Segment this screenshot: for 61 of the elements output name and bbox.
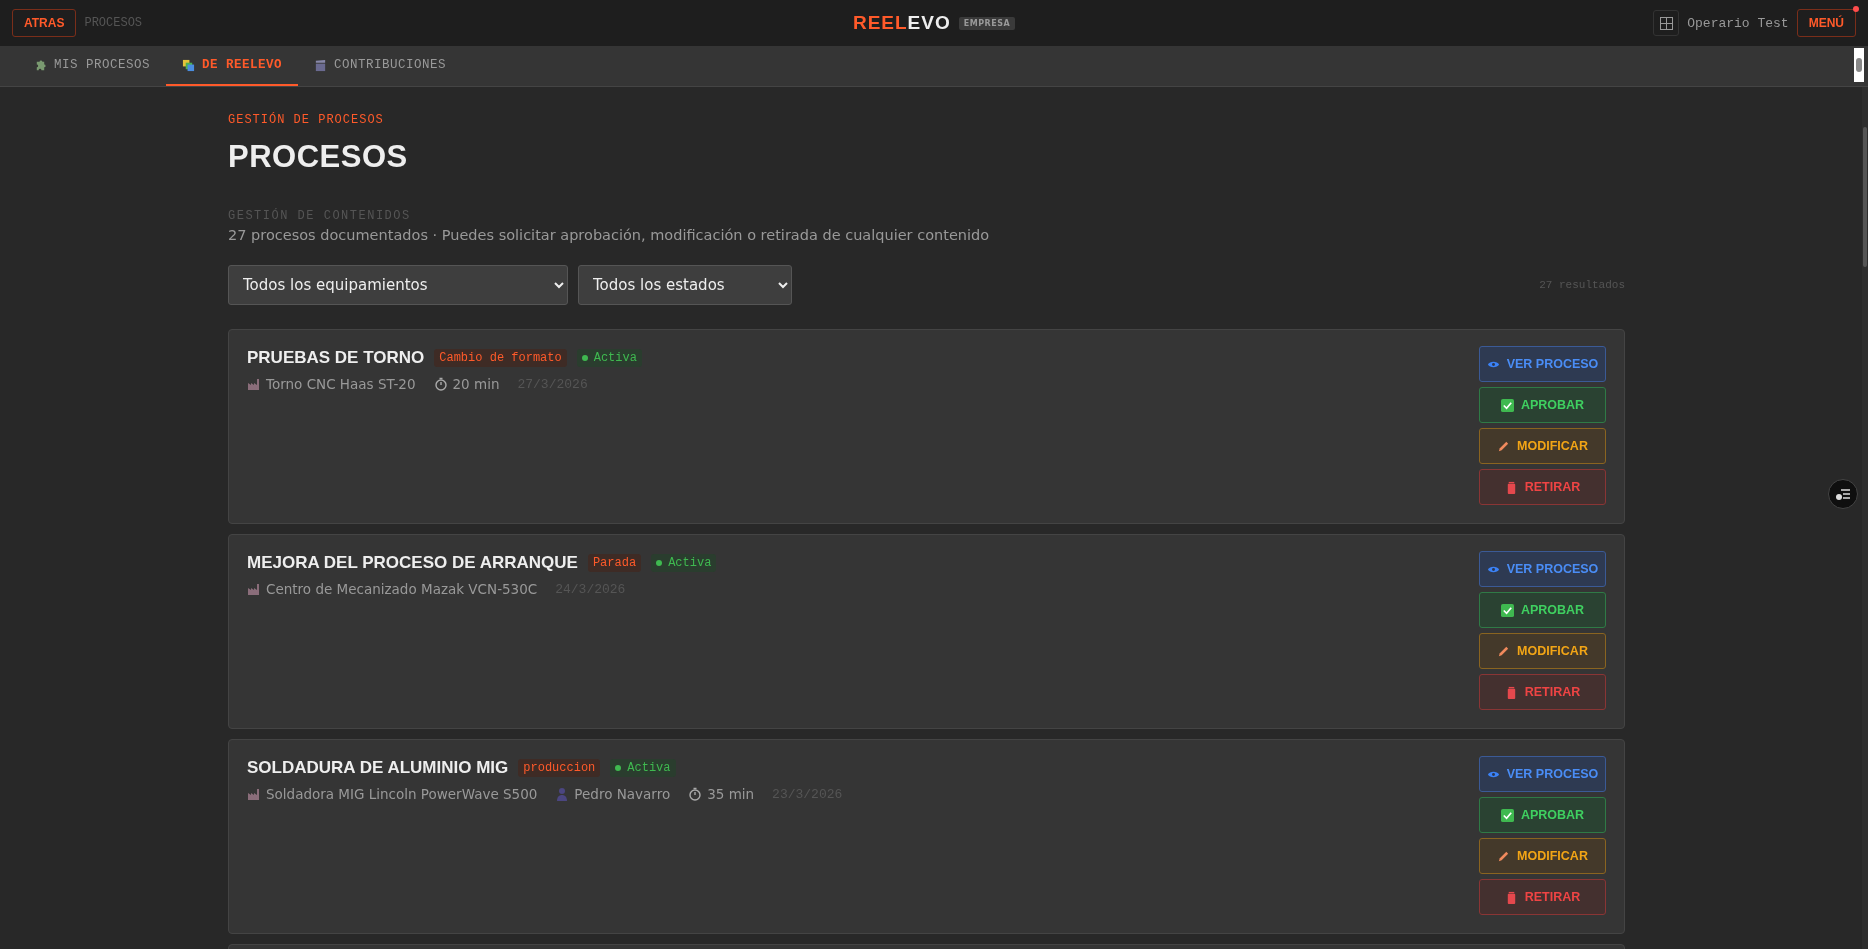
view-button[interactable]: VER PROCESO [1479,551,1606,587]
factory-icon [247,377,261,391]
view-button[interactable]: VER PROCESO [1479,346,1606,382]
accessibility-button[interactable] [1828,479,1858,509]
clapperboard-icon [314,58,328,72]
grid-button[interactable] [1653,10,1680,36]
menu-button[interactable]: MENÚ [1796,9,1856,37]
approve-button[interactable]: APROBAR [1479,592,1606,628]
tab[interactable]: DE REELEVO [166,46,299,86]
factory-icon [247,582,261,596]
modify-button[interactable]: MODIFICAR [1479,838,1606,874]
checkbox-icon [1500,808,1514,822]
pencil-icon [1497,644,1511,658]
process-title: SOLDADURA DE ALUMINIO MIG [247,758,509,778]
blocks-icon [182,58,195,72]
list-icon [1835,487,1851,501]
approve-button[interactable]: APROBAR [1479,797,1606,833]
person-text: Pedro Navarro [574,786,671,802]
duration-text: 35 min [707,786,755,802]
view-button[interactable]: VER PROCESO [1479,756,1606,792]
category-tag: Parada [587,554,642,572]
modify-button[interactable]: MODIFICAR [1479,428,1606,464]
plan-label: EMPRESA [958,16,1016,30]
checkbox-icon [1500,603,1514,617]
category-tag: produccion [518,759,601,777]
filter-dropdown[interactable]: Todos los estados [578,265,792,305]
pencil-icon [1497,849,1511,863]
scrollbar[interactable] [1854,48,1864,82]
retire-button[interactable]: RETIRAR [1479,674,1606,710]
factory-icon [247,787,261,801]
page-scrollbar[interactable] [1862,87,1868,949]
grid-icon [1659,16,1673,30]
retire-button[interactable]: RETIRAR [1479,879,1606,915]
description: 27 procesos documentados · Puedes solicitar aprobación, modificación o retirada de cualquier contenido [228,227,991,243]
filter-dropdown[interactable]: Todos los equipamientos [228,265,568,305]
page-title: PROCESOS [228,139,409,175]
user-name: Operario Test [1687,15,1789,31]
status-tag: Activa [651,554,717,572]
person-icon [555,787,570,801]
stopwatch-icon [433,377,448,391]
equipment-text: Centro de Mecanizado Mazak VCN-530C [266,581,538,597]
status-tag: Activa [576,349,642,367]
duration-text: 20 min [452,376,500,392]
tab[interactable]: CONTRIBUCIONES [298,46,463,86]
stopwatch-icon [688,787,703,801]
back-button[interactable]: ATRAS [12,9,77,37]
process-title: MEJORA DEL PROCESO DE ARRANQUE [247,553,578,573]
pencil-icon [1497,439,1511,453]
modify-button[interactable]: MODIFICAR [1479,633,1606,669]
status-tag: Activa [610,759,676,777]
tab[interactable]: MIS PROCESOS [18,46,166,86]
checkbox-icon [1500,398,1514,412]
retire-button[interactable]: RETIRAR [1479,469,1606,505]
process-title: PRUEBAS DE TORNO [247,348,425,368]
equipment-text: Soldadora MIG Lincoln PowerWave S500 [266,786,538,802]
puzzle-icon [34,58,47,72]
logo[interactable]: REELEVO [852,12,951,34]
category-tag: Cambio de formato [434,349,567,367]
equipment-text: Torno CNC Haas ST-20 [266,376,416,392]
approve-button[interactable]: APROBAR [1479,387,1606,423]
eyebrow-label: GESTIÓN DE PROCESOS [228,113,385,127]
